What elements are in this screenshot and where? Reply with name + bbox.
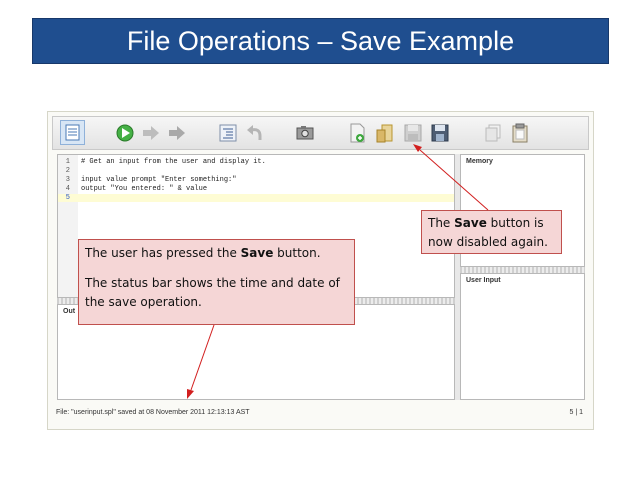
arrowhead-status-bar (187, 389, 194, 399)
arrow-to-save-icon (419, 149, 489, 211)
callout-arrows (187, 144, 489, 399)
arrow-to-status-bar (190, 324, 215, 391)
